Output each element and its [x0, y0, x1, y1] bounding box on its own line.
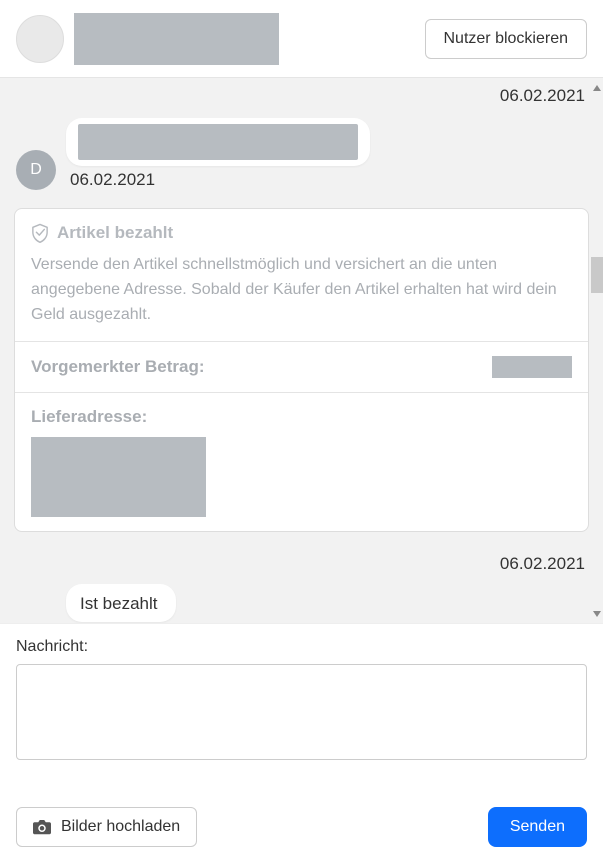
card-title: Artikel bezahlt [57, 223, 173, 243]
chat-header: Nutzer blockieren [0, 0, 603, 78]
message-column: 06.02.2021 [66, 118, 370, 190]
message-bubble [66, 118, 370, 166]
camera-icon [33, 820, 51, 835]
header-left [16, 13, 279, 65]
card-title-row: Artikel bezahlt [31, 223, 572, 243]
card-header-section: Artikel bezahlt Versende den Artikel sch… [15, 209, 588, 341]
message-bubble: Ist bezahlt [66, 584, 176, 622]
message-input[interactable] [16, 664, 587, 760]
card-body-text: Versende den Artikel schnellstmöglich un… [31, 253, 572, 327]
payment-card: Artikel bezahlt Versende den Artikel sch… [14, 208, 589, 532]
date-separator: 06.02.2021 [0, 78, 603, 112]
card-address-section: Lieferadresse: [15, 392, 588, 531]
upload-images-button[interactable]: Bilder hochladen [16, 807, 197, 847]
compose-label: Nachricht: [16, 638, 587, 656]
chat-scroll-area[interactable]: 06.02.2021 D 06.02.2021 Artikel bezahlt … [0, 78, 603, 623]
block-user-button[interactable]: Nutzer blockieren [425, 19, 588, 59]
message-row: Ist bezahlt [0, 580, 603, 623]
compose-actions: Bilder hochladen Senden [16, 807, 587, 847]
message-text: Ist bezahlt [80, 594, 158, 613]
scroll-down-icon[interactable] [593, 611, 601, 617]
scroll-up-icon[interactable] [593, 85, 601, 91]
sender-avatar: D [16, 150, 56, 190]
amount-placeholder [492, 356, 572, 378]
message-column: Ist bezahlt [66, 584, 176, 622]
message-text-placeholder [78, 124, 358, 160]
avatar-placeholder [16, 15, 64, 63]
shield-check-icon [31, 223, 49, 243]
send-button[interactable]: Senden [488, 807, 587, 847]
scrollbar-thumb[interactable] [591, 257, 603, 293]
address-label: Lieferadresse: [31, 407, 572, 427]
amount-label: Vorgemerkter Betrag: [31, 357, 205, 377]
date-separator: 06.02.2021 [0, 546, 603, 580]
username-placeholder [74, 13, 279, 65]
amount-row: Vorgemerkter Betrag: [31, 356, 572, 378]
upload-label: Bilder hochladen [61, 818, 180, 836]
address-placeholder [31, 437, 206, 517]
message-date: 06.02.2021 [66, 170, 370, 190]
compose-area: Nachricht: Bilder hochladen Senden [0, 623, 603, 867]
card-amount-section: Vorgemerkter Betrag: [15, 341, 588, 392]
message-row: D 06.02.2021 [0, 112, 603, 198]
